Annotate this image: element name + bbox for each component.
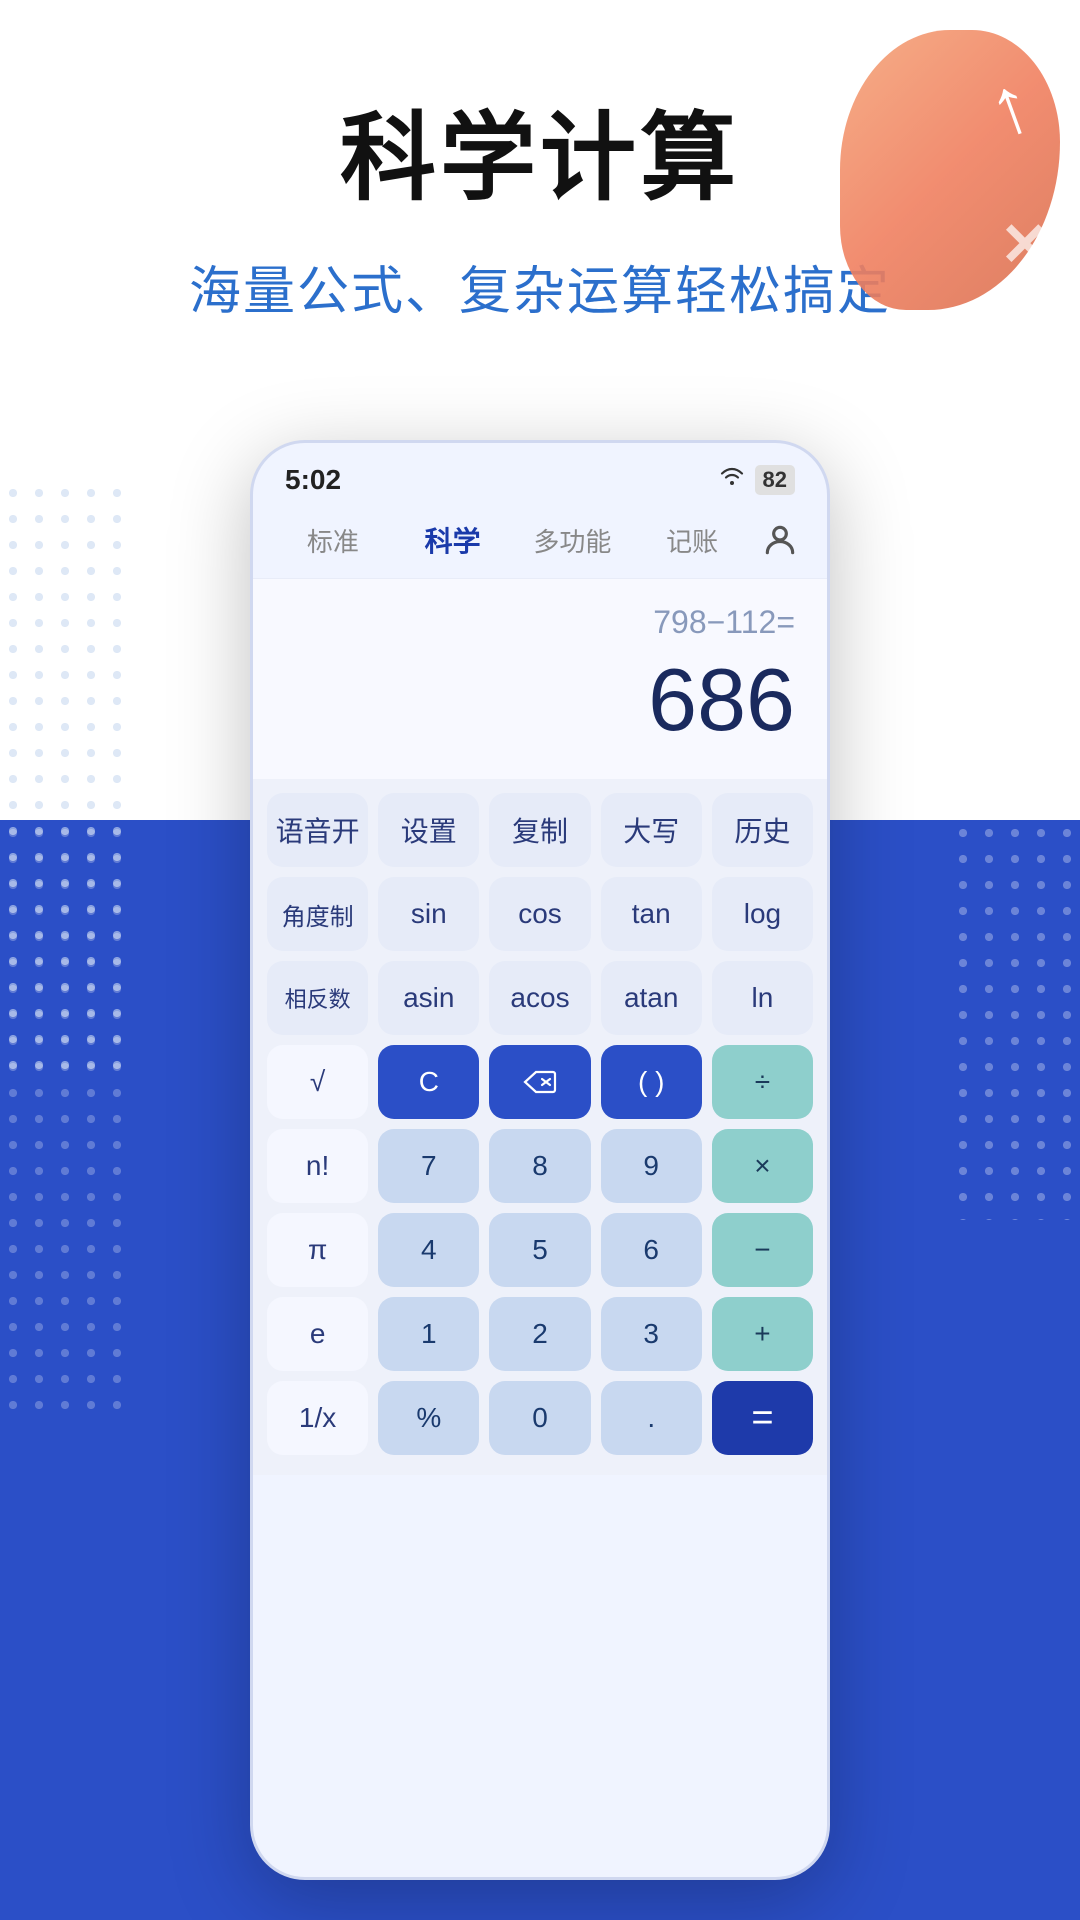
key-2[interactable]: 2 — [489, 1297, 590, 1371]
key-history[interactable]: 历史 — [712, 793, 813, 867]
key-3[interactable]: 3 — [601, 1297, 702, 1371]
key-row-7: e 1 2 3 + — [267, 1297, 813, 1371]
decorative-hand: ↑ ✕ — [800, 0, 1080, 340]
key-row-3: 相反数 asin acos atan ln — [267, 961, 813, 1035]
key-row-2: 角度制 sin cos tan log — [267, 877, 813, 951]
key-pi[interactable]: π — [267, 1213, 368, 1287]
tab-multifunction[interactable]: 多功能 — [513, 514, 633, 567]
key-percent[interactable]: % — [378, 1381, 479, 1455]
key-subtract[interactable]: − — [712, 1213, 813, 1287]
tab-accounting[interactable]: 记账 — [632, 514, 752, 567]
keypad: 语音开 设置 复制 大写 历史 角度制 sin cos tan log 相反数 … — [253, 779, 827, 1475]
nav-tabs: 标准 科学 多功能 记账 — [253, 498, 827, 579]
status-icons: 82 — [719, 465, 795, 495]
display-area: 798−112= 686 — [253, 579, 827, 779]
key-row-5: n! 7 8 9 × — [267, 1129, 813, 1203]
phone-mockup: 5:02 82 标准 科学 多功能 记账 — [250, 440, 830, 1880]
key-row-6: π 4 5 6 − — [267, 1213, 813, 1287]
key-log[interactable]: log — [712, 877, 813, 951]
result-display: 686 — [648, 649, 795, 751]
expression-display: 798−112= — [653, 604, 795, 641]
key-euler[interactable]: e — [267, 1297, 368, 1371]
key-9[interactable]: 9 — [601, 1129, 702, 1203]
key-ln[interactable]: ln — [712, 961, 813, 1035]
wifi-icon — [719, 467, 745, 493]
profile-button[interactable] — [752, 513, 807, 568]
key-parentheses[interactable]: ( ) — [601, 1045, 702, 1119]
key-decimal[interactable]: . — [601, 1381, 702, 1455]
key-caps[interactable]: 大写 — [601, 793, 702, 867]
key-clear[interactable]: C — [378, 1045, 479, 1119]
key-settings[interactable]: 设置 — [378, 793, 479, 867]
status-time: 5:02 — [285, 464, 341, 496]
key-negate[interactable]: 相反数 — [267, 961, 368, 1035]
key-add[interactable]: + — [712, 1297, 813, 1371]
key-asin[interactable]: asin — [378, 961, 479, 1035]
key-8[interactable]: 8 — [489, 1129, 590, 1203]
status-bar: 5:02 82 — [253, 443, 827, 498]
key-degree[interactable]: 角度制 — [267, 877, 368, 951]
key-row-1: 语音开 设置 复制 大写 历史 — [267, 793, 813, 867]
tab-science[interactable]: 科学 — [393, 512, 513, 568]
key-equals[interactable]: = — [712, 1381, 813, 1455]
key-sqrt[interactable]: √ — [267, 1045, 368, 1119]
key-1[interactable]: 1 — [378, 1297, 479, 1371]
key-acos[interactable]: acos — [489, 961, 590, 1035]
key-tan[interactable]: tan — [601, 877, 702, 951]
key-atan[interactable]: atan — [601, 961, 702, 1035]
tab-standard[interactable]: 标准 — [273, 514, 393, 567]
key-sin[interactable]: sin — [378, 877, 479, 951]
key-cos[interactable]: cos — [489, 877, 590, 951]
key-factorial[interactable]: n! — [267, 1129, 368, 1203]
key-row-4: √ C ( ) ÷ — [267, 1045, 813, 1119]
battery-indicator: 82 — [755, 465, 795, 495]
key-5[interactable]: 5 — [489, 1213, 590, 1287]
key-4[interactable]: 4 — [378, 1213, 479, 1287]
key-backspace[interactable] — [489, 1045, 590, 1119]
key-0[interactable]: 0 — [489, 1381, 590, 1455]
key-6[interactable]: 6 — [601, 1213, 702, 1287]
key-multiply[interactable]: × — [712, 1129, 813, 1203]
key-copy[interactable]: 复制 — [489, 793, 590, 867]
key-reciprocal[interactable]: 1/x — [267, 1381, 368, 1455]
key-voice[interactable]: 语音开 — [267, 793, 368, 867]
key-7[interactable]: 7 — [378, 1129, 479, 1203]
key-divide[interactable]: ÷ — [712, 1045, 813, 1119]
key-row-8: 1/x % 0 . = — [267, 1381, 813, 1455]
